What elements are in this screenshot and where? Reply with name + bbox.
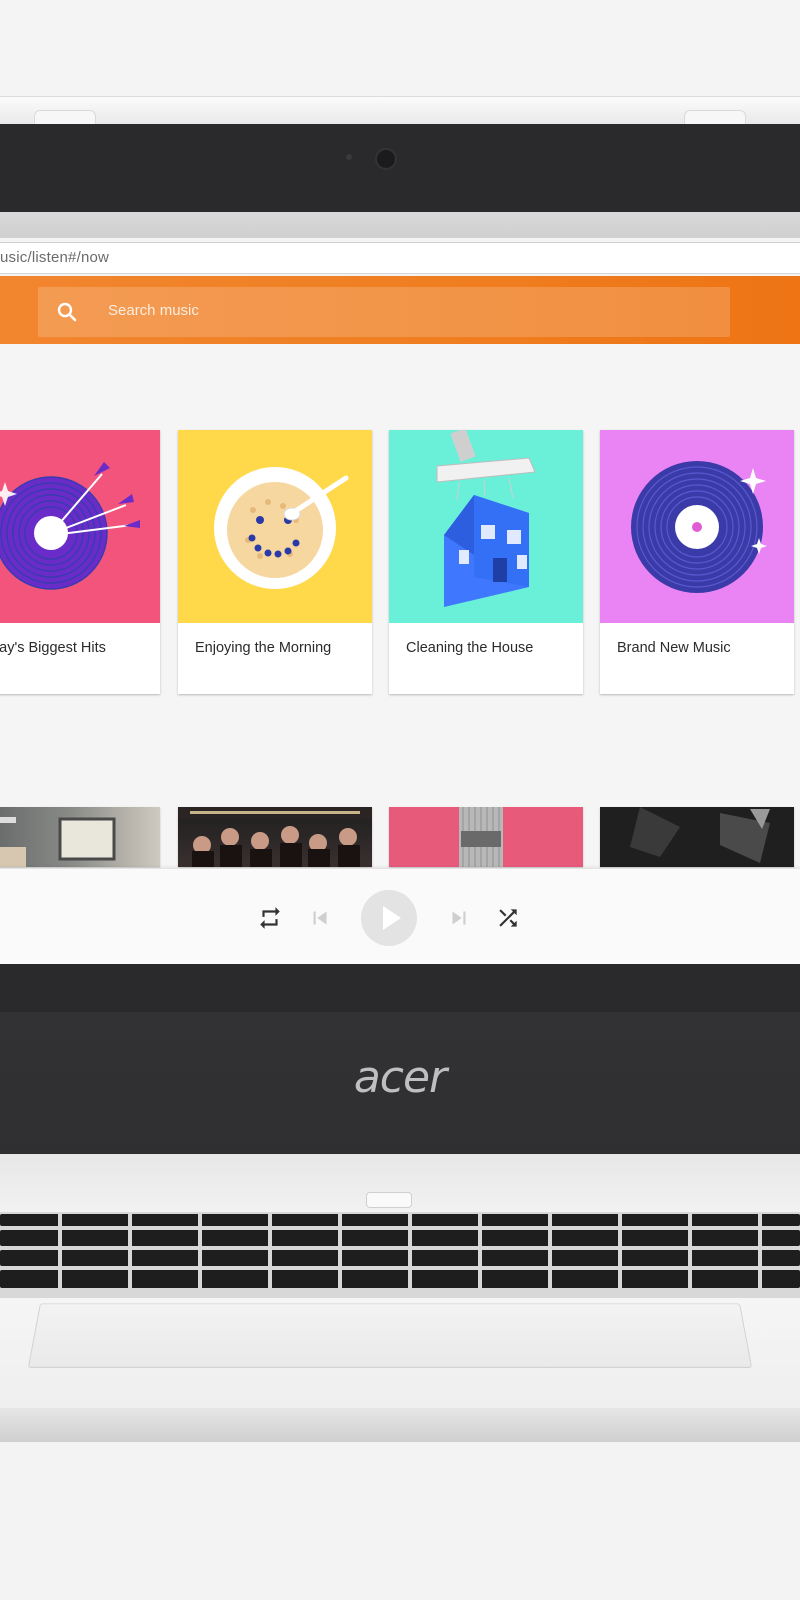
play-button[interactable] (361, 890, 417, 946)
keyboard (0, 1212, 800, 1298)
trackpad[interactable] (27, 1303, 753, 1368)
search-placeholder: Search music (108, 302, 199, 319)
playlist-card[interactable]: Cleaning the House (389, 430, 583, 694)
album-artwork (0, 817, 116, 867)
repeat-icon[interactable] (257, 905, 283, 931)
shuffle-icon[interactable] (495, 905, 521, 931)
album-artwork (178, 807, 372, 867)
light-sensor (346, 154, 352, 160)
play-icon (383, 906, 401, 930)
webcam (375, 148, 397, 170)
vinyl-target-artwork (0, 430, 160, 623)
laptop-front-edge (0, 1408, 800, 1443)
search-icon[interactable] (55, 300, 79, 324)
browser-tab-strip (0, 212, 800, 238)
album-artwork (630, 807, 770, 863)
playlist-card[interactable]: oday's Biggest Hits (0, 430, 160, 694)
album-cover[interactable] (600, 807, 794, 867)
playlist-card[interactable]: Enjoying the Morning (178, 430, 372, 694)
lid-clip-left (34, 110, 96, 125)
address-bar-url[interactable]: usic/listen#/now (0, 249, 109, 266)
skip-previous-icon[interactable] (307, 905, 333, 931)
background-surface (0, 1442, 800, 1600)
album-cover[interactable] (389, 807, 583, 867)
playlist-title: Enjoying the Morning (195, 640, 332, 656)
skip-next-icon[interactable] (446, 905, 472, 931)
playlist-title: Brand New Music (617, 640, 731, 656)
lid-notch (366, 1192, 412, 1208)
album-cover[interactable] (178, 807, 372, 867)
address-bar[interactable] (0, 242, 800, 274)
house-vacuum-artwork (389, 430, 583, 623)
lid-clip-right (684, 110, 746, 125)
playlist-card[interactable]: Brand New Music (600, 430, 794, 694)
album-cover[interactable] (0, 807, 160, 867)
playlist-title: oday's Biggest Hits (0, 640, 106, 656)
vinyl-record-artwork (600, 430, 794, 623)
cereal-bowl-artwork (178, 430, 372, 623)
laptop-lid (0, 96, 800, 125)
album-artwork (459, 807, 503, 867)
screen-bezel-top (0, 124, 800, 212)
brand-logo: acer (353, 1052, 447, 1103)
playlist-title: Cleaning the House (406, 640, 534, 656)
